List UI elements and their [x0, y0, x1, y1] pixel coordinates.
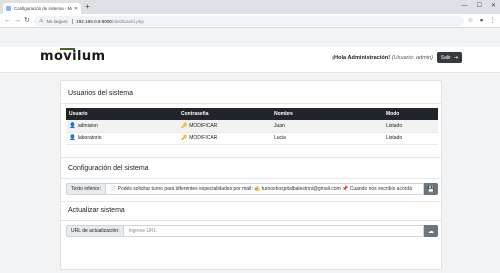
col-usuario: Usuario	[69, 111, 88, 117]
key-icon: 🔑	[181, 122, 188, 129]
update-url-input[interactable]: Ingrese URL	[124, 225, 424, 237]
username: admision	[77, 122, 98, 129]
footer-text-row: Texto inferior: 📄 Podés solicitar turno …	[66, 183, 438, 195]
close-window-icon[interactable]: ✕	[491, 2, 496, 10]
profile-icon[interactable]: ●	[480, 16, 484, 26]
config-section-title: Configuración del sistema	[68, 165, 149, 172]
not-secure-label: No seguro	[46, 18, 68, 24]
name-cell: Juan	[271, 120, 383, 133]
reload-icon[interactable]: ↻	[24, 16, 30, 26]
minimize-icon[interactable]: —	[462, 2, 468, 10]
url-host: 192.168.0.9:8000	[76, 18, 112, 24]
key-icon: 🔑	[181, 135, 188, 141]
warning-icon: ⚠	[39, 18, 44, 24]
divider	[61, 103, 441, 104]
welcome-greeting: ¡Hola Administración!	[332, 55, 391, 61]
table-row: 👤 admision 🔑 MODIFICAR Juan Listado	[66, 120, 438, 133]
password-cell[interactable]: 🔑 MODIFICAR	[178, 132, 271, 145]
modify-password-link[interactable]: MODIFICAR	[189, 135, 217, 141]
welcome-role: (Usuario: admin)	[391, 55, 433, 61]
col-modo: Modo	[386, 111, 400, 117]
footer-text-input[interactable]: 📄 Podés solicitar turno para diferentes …	[106, 183, 424, 195]
toolbar-actions: ☆ ● ⋮	[468, 16, 496, 26]
update-url-row: URL de actualización: Ingrese URL ☁	[66, 225, 438, 237]
forward-icon[interactable]: →	[14, 16, 21, 26]
divider	[61, 178, 441, 179]
favicon-icon	[6, 6, 11, 11]
user-cell[interactable]: 👤 laboratorio	[66, 132, 178, 145]
system-config-card: Usuarios del sistema Usuario Contraseña …	[60, 80, 442, 270]
logout-label: Salir	[440, 54, 451, 61]
cloud-download-icon: ☁	[428, 228, 434, 235]
logout-button[interactable]: Salir ⇥	[436, 52, 462, 63]
address-bar[interactable]: ⚠ No seguro 192.168.0.9:8000 /dashboard.…	[34, 16, 464, 26]
browser-tabstrip: Configuración de sistema - Movi… ✕ + — ☐…	[0, 0, 500, 14]
username: laboratorio	[77, 135, 102, 141]
user-edit-icon: 👤	[69, 122, 76, 129]
col-contrasena: Contraseña	[181, 111, 209, 117]
name-cell: Lucia	[271, 132, 383, 145]
col-nombre: Nombre	[274, 111, 293, 117]
save-icon: 💾	[427, 186, 435, 193]
user-edit-icon: 👤	[69, 135, 76, 141]
new-tab-button[interactable]: +	[85, 2, 90, 12]
modify-password-link[interactable]: MODIFICAR	[189, 123, 217, 129]
tab-close-icon[interactable]: ✕	[74, 6, 78, 12]
users-section-title: Usuarios del sistema	[68, 90, 133, 97]
divider	[61, 220, 441, 221]
window-controls: — ☐ ✕	[462, 2, 496, 10]
menu-icon[interactable]: ⋮	[490, 16, 497, 26]
mode-cell: Listado	[383, 120, 438, 133]
sign-out-icon: ⇥	[453, 54, 458, 61]
divider	[61, 201, 441, 202]
footer-text-label: Texto inferior:	[66, 183, 107, 195]
mode-cell: Listado	[383, 132, 438, 145]
update-url-label: URL de actualización:	[66, 225, 125, 237]
browser-tab[interactable]: Configuración de sistema - Movi… ✕	[3, 3, 81, 14]
tab-title: Configuración de sistema - Movi…	[14, 6, 72, 11]
app-navbar: movilum ¡Hola Administración! (Usuario: …	[0, 47, 500, 73]
users-table: Usuario Contraseña Nombre Modo 👤 admision…	[66, 108, 438, 145]
download-button[interactable]: ☁	[424, 225, 438, 237]
app-logo[interactable]: movilum	[40, 49, 105, 64]
star-icon[interactable]: ☆	[468, 16, 474, 26]
browser-toolbar: ← → ↻ ⚠ No seguro 192.168.0.9:8000 /dash…	[0, 14, 500, 28]
url-path: /dashboard.php	[111, 18, 144, 24]
table-row: 👤 laboratorio 🔑 MODIFICAR Lucia Listado	[66, 132, 438, 145]
save-button[interactable]: 💾	[424, 183, 438, 195]
password-cell[interactable]: 🔑 MODIFICAR	[178, 120, 271, 133]
update-section-title: Actualizar sistema	[68, 207, 125, 214]
maximize-icon[interactable]: ☐	[477, 2, 482, 10]
welcome-message: ¡Hola Administración! (Usuario: admin)	[332, 55, 433, 61]
back-icon[interactable]: ←	[4, 16, 11, 26]
user-cell[interactable]: 👤 admision	[66, 120, 178, 133]
users-table-header: Usuario Contraseña Nombre Modo	[66, 108, 438, 120]
divider	[61, 157, 441, 158]
url-separator	[71, 18, 73, 24]
